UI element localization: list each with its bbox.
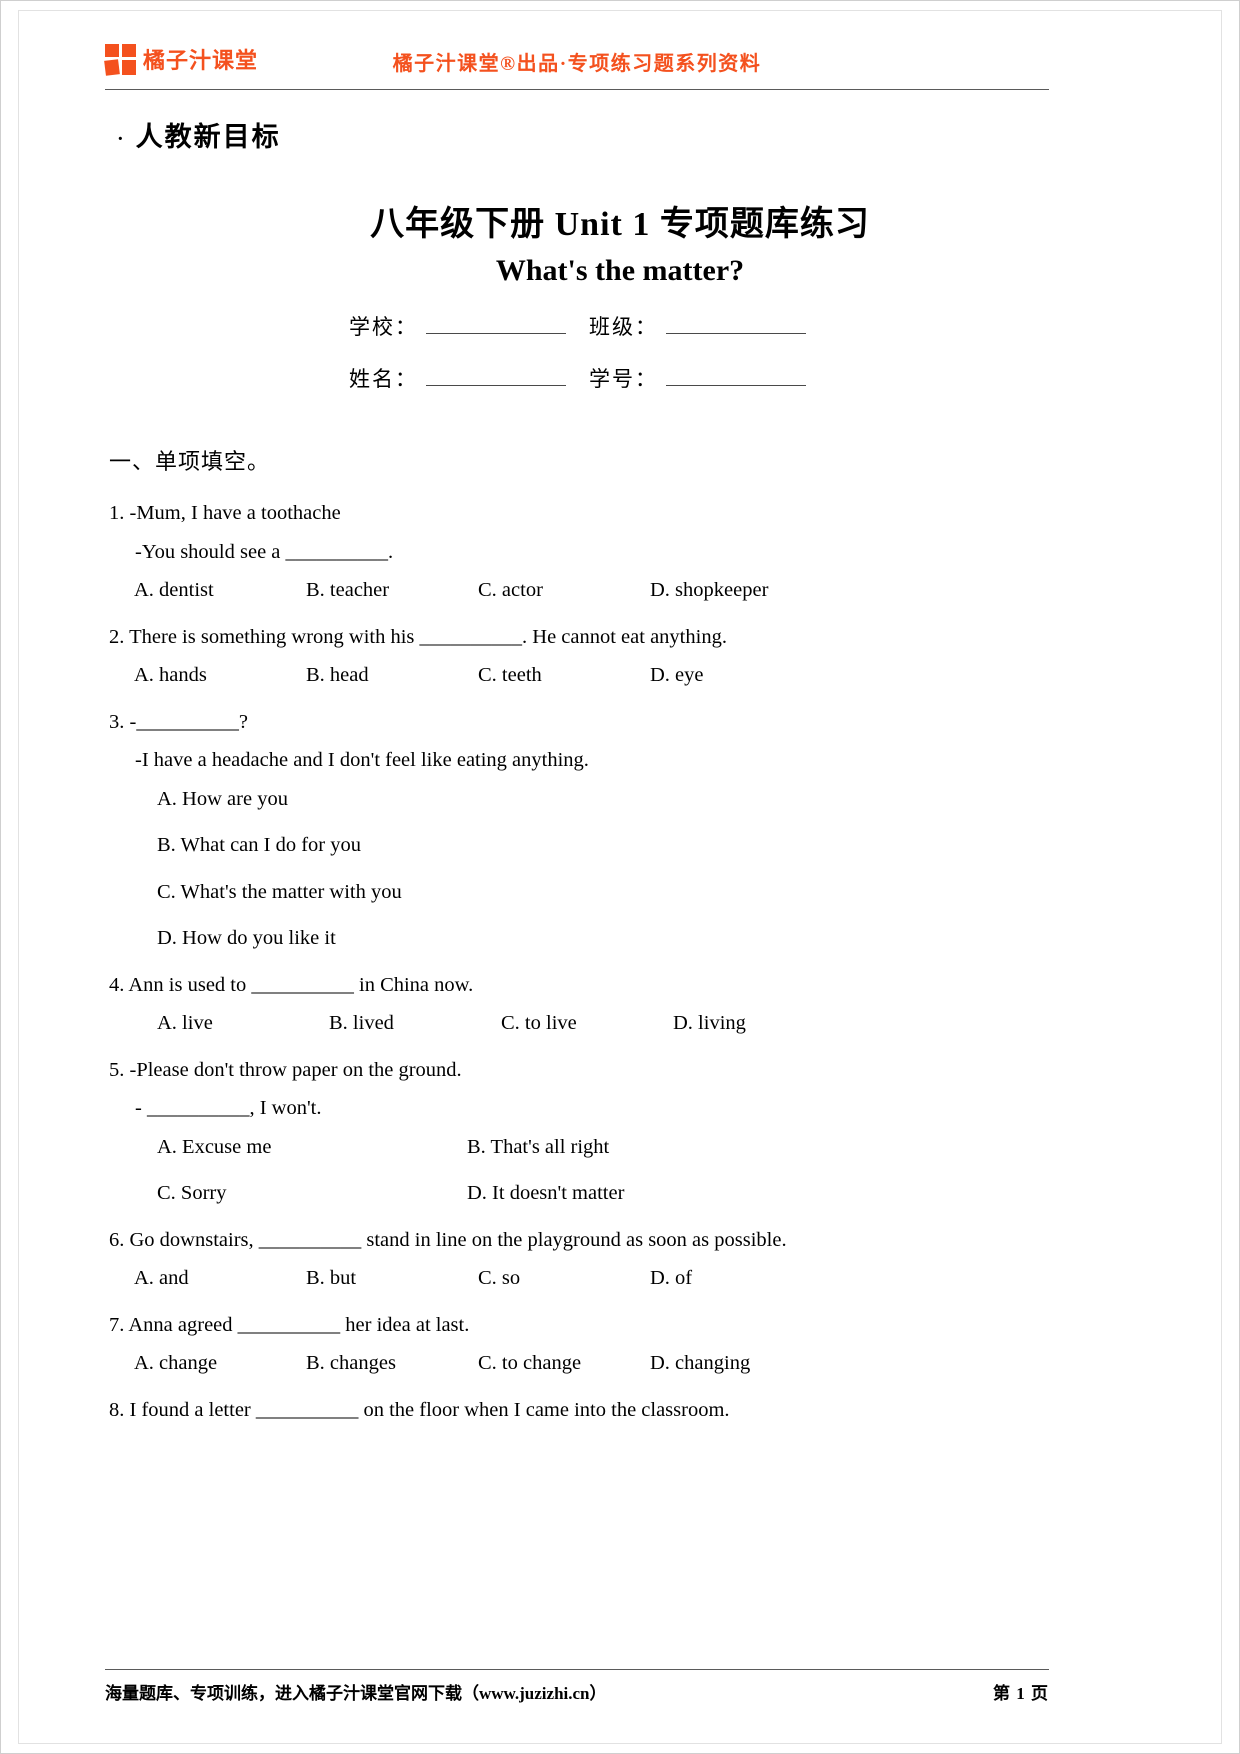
option-d[interactable]: D. How do you like it [157, 928, 1059, 949]
option-a[interactable]: A. and [134, 1268, 306, 1289]
question-item: 5. -Please don't throw paper on the grou… [109, 1058, 1059, 1204]
question-options: A. live B. lived C. to live D. living [157, 1013, 1059, 1034]
option-a[interactable]: A. How are you [157, 788, 1059, 810]
option-c[interactable]: C. teeth [478, 665, 650, 686]
footer-page-number: 第 1 页 [993, 1684, 1049, 1703]
option-a[interactable]: A. Excuse me [157, 1136, 467, 1158]
question-stem: 4. Ann is used to __________ in China no… [109, 973, 474, 996]
document-page: 橘子汁课堂 橘子汁课堂®出品·专项练习题系列资料 · 人教新目标 八年级下册 Un… [0, 0, 1240, 1754]
info-row-1: 学校： 班级： [349, 311, 819, 341]
option-c[interactable]: C. Sorry [157, 1183, 467, 1204]
page-header: 橘子汁课堂 橘子汁课堂®出品·专项练习题系列资料 [104, 39, 1049, 89]
page-footer: 海量题库、专项训练，进入橘子汁课堂官网下载（www.juzizhi.cn） 第 … [105, 1679, 1049, 1704]
option-d[interactable]: D. changing [650, 1353, 750, 1374]
series-tag-label: 人教新目标 [135, 122, 281, 152]
student-id-field[interactable]: 学号： [589, 363, 806, 393]
option-d[interactable]: D. eye [650, 665, 704, 686]
question-sub-line: - __________, I won't. [135, 1097, 322, 1119]
info-row-2: 姓名： 学号： [349, 363, 819, 393]
question-options-row-1: A. Excuse me B. That's all right [157, 1136, 1059, 1158]
option-c[interactable]: C. so [478, 1268, 650, 1289]
question-item: 2. There is something wrong with his ___… [109, 625, 1059, 686]
section-heading: 一、单项填空。 [109, 449, 271, 474]
question-item: 8. I found a letter __________ on the fl… [109, 1398, 1059, 1421]
question-stem: 1. -Mum, I have a toothache [109, 502, 341, 524]
question-sub-line: -You should see a __________. [135, 540, 394, 563]
option-b[interactable]: B. lived [329, 1013, 501, 1034]
option-d[interactable]: D. It doesn't matter [467, 1183, 777, 1204]
question-options: A. How are you B. What can I do for you … [157, 788, 1059, 949]
name-input-line[interactable] [426, 384, 566, 386]
option-c[interactable]: C. What's the matter with you [157, 881, 1059, 903]
student-id-input-line[interactable] [666, 384, 806, 386]
school-field[interactable]: 学校： [349, 311, 589, 341]
school-label: 学校： [349, 315, 418, 339]
option-c[interactable]: C. to live [501, 1013, 673, 1034]
option-b[interactable]: B. changes [306, 1353, 478, 1374]
exercise-body: 一、单项填空。 1. -Mum, I have a toothache -You… [109, 451, 1059, 1438]
header-center-text: 橘子汁课堂®出品·专项练习题系列资料 [392, 53, 762, 75]
student-info-fields: 学校： 班级： 姓名： 学号： [349, 311, 819, 415]
page-title: 八年级下册 Unit 1 专项题库练习 [370, 206, 870, 243]
page-subtitle: What's the matter? [495, 254, 745, 287]
question-stem: 7. Anna agreed __________ her idea at la… [109, 1313, 470, 1336]
school-input-line[interactable] [426, 332, 566, 334]
question-options: A. and B. but C. so D. of [134, 1268, 1059, 1289]
option-a[interactable]: A. hands [134, 665, 306, 686]
class-field[interactable]: 班级： [589, 311, 806, 341]
option-c[interactable]: C. to change [478, 1353, 650, 1374]
option-a[interactable]: A. dentist [134, 580, 306, 601]
question-item: 4. Ann is used to __________ in China no… [109, 973, 1059, 1034]
option-b[interactable]: B. teacher [306, 580, 478, 601]
question-options-row-2: C. Sorry D. It doesn't matter [157, 1183, 1059, 1204]
question-options: A. dentist B. teacher C. actor D. shopke… [134, 580, 1059, 601]
question-stem: 6. Go downstairs, __________ stand in li… [109, 1228, 787, 1251]
question-stem: 2. There is something wrong with his ___… [109, 625, 727, 648]
option-b[interactable]: B. What can I do for you [157, 835, 1059, 856]
option-b[interactable]: B. head [306, 665, 478, 686]
option-b[interactable]: B. but [306, 1268, 478, 1289]
question-item: 1. -Mum, I have a toothache -You should … [109, 503, 1059, 601]
question-stem: 3. -__________? [109, 710, 248, 733]
page-sheet: 橘子汁课堂 橘子汁课堂®出品·专项练习题系列资料 · 人教新目标 八年级下册 Un… [19, 11, 1221, 1743]
option-a[interactable]: A. change [134, 1353, 306, 1374]
option-b[interactable]: B. That's all right [467, 1136, 777, 1158]
option-d[interactable]: D. living [673, 1013, 746, 1034]
option-d[interactable]: D. of [650, 1268, 692, 1289]
footer-divider [105, 1669, 1049, 1670]
bullet-icon: · [117, 128, 126, 151]
footer-left-text: 海量题库、专项训练，进入橘子汁课堂官网下载（www.juzizhi.cn） [105, 1684, 607, 1703]
option-a[interactable]: A. live [157, 1013, 329, 1034]
name-label: 姓名： [349, 367, 418, 391]
question-options: A. change B. changes C. to change D. cha… [134, 1353, 1059, 1374]
student-id-label: 学号： [589, 367, 658, 391]
question-item: 6. Go downstairs, __________ stand in li… [109, 1228, 1059, 1289]
question-sub-line: -I have a headache and I don't feel like… [135, 749, 589, 771]
series-tag: · 人教新目标 [117, 115, 281, 154]
question-stem: 5. -Please don't throw paper on the grou… [109, 1058, 462, 1081]
question-stem: 8. I found a letter __________ on the fl… [109, 1398, 730, 1421]
name-field[interactable]: 姓名： [349, 363, 589, 393]
class-label: 班级： [589, 315, 658, 339]
question-item: 7. Anna agreed __________ her idea at la… [109, 1313, 1059, 1374]
header-divider [105, 89, 1049, 90]
question-item: 3. -__________? -I have a headache and I… [109, 710, 1059, 949]
option-c[interactable]: C. actor [478, 580, 650, 601]
question-options: A. hands B. head C. teeth D. eye [134, 665, 1059, 686]
option-d[interactable]: D. shopkeeper [650, 580, 768, 601]
class-input-line[interactable] [666, 332, 806, 334]
